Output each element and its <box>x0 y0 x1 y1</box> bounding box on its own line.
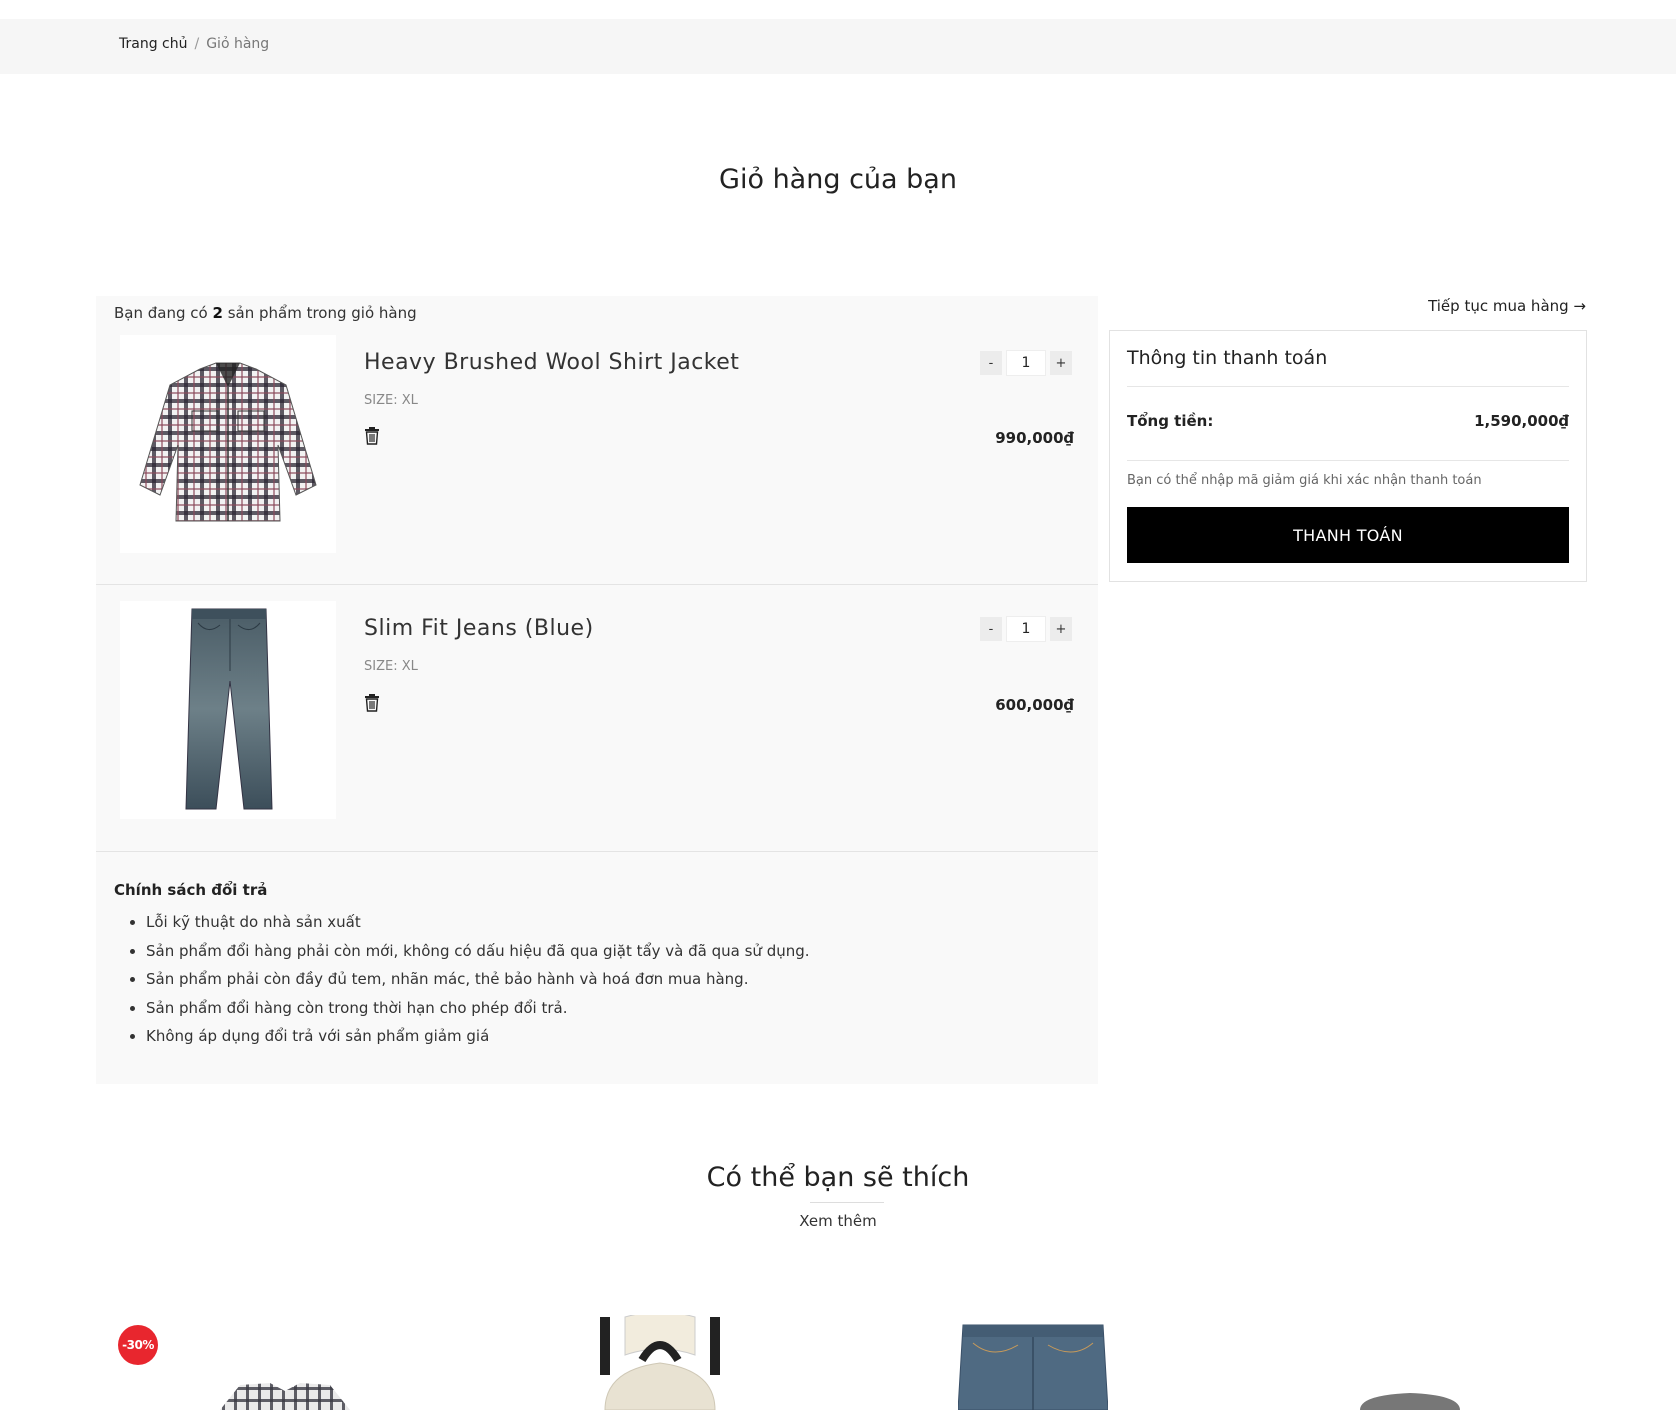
quantity-increase-button[interactable]: + <box>1050 617 1072 641</box>
recommendations-title: Có thể bạn sẽ thích <box>706 1162 970 1193</box>
item-name[interactable]: Heavy Brushed Wool Shirt Jacket <box>364 350 739 375</box>
item-size: SIZE: XL <box>364 393 418 408</box>
total-label: Tổng tiền: <box>1127 412 1214 430</box>
trash-icon[interactable] <box>364 427 380 445</box>
quantity-stepper: - 1 + <box>980 350 1072 376</box>
policy-item: Không áp dụng đổi trả với sản phẩm giảm … <box>146 1022 1046 1051</box>
payment-title: Thông tin thanh toán <box>1127 347 1328 369</box>
cart-item: Heavy Brushed Wool Shirt Jacket SIZE: XL… <box>96 319 1098 585</box>
backpack-image[interactable] <box>580 1315 740 1410</box>
divider <box>1127 460 1569 461</box>
blue-jeans-image[interactable] <box>120 601 336 819</box>
breadcrumb-current: Giỏ hàng <box>206 36 270 52</box>
jeans-image[interactable] <box>958 1315 1108 1410</box>
divider <box>1127 386 1569 387</box>
checkout-button[interactable]: THANH TOÁN <box>1127 507 1569 563</box>
cart-item: Slim Fit Jeans (Blue) SIZE: XL - 1 + 600… <box>96 586 1098 852</box>
cart-panel: Bạn đang có 2 sản phẩm trong giỏ hàng He… <box>96 296 1098 1084</box>
discount-badge: -30% <box>118 1325 158 1365</box>
policy-item: Sản phẩm đổi hàng còn trong thời hạn cho… <box>146 994 1046 1023</box>
quantity-decrease-button[interactable]: - <box>980 617 1002 641</box>
return-policy-title: Chính sách đổi trả <box>114 881 268 899</box>
breadcrumb: Trang chủ / Giỏ hàng <box>119 36 269 52</box>
item-size: SIZE: XL <box>364 659 418 674</box>
breadcrumb-home-link[interactable]: Trang chủ <box>119 36 187 52</box>
item-price: 600,000₫ <box>995 696 1074 714</box>
breadcrumb-separator: / <box>194 36 200 52</box>
title-underline <box>810 1202 884 1203</box>
item-price: 990,000₫ <box>995 429 1074 447</box>
page-title: Giỏ hàng của bạn <box>719 164 957 195</box>
payment-info-box: Thông tin thanh toán Tổng tiền: 1,590,00… <box>1109 330 1587 582</box>
return-policy-list: Lỗi kỹ thuật do nhà sản xuất Sản phẩm đổ… <box>146 908 1046 1051</box>
trash-icon[interactable] <box>364 694 380 712</box>
gray-item-image[interactable] <box>1350 1315 1470 1410</box>
plaid-shirt-jacket-image[interactable] <box>120 335 336 553</box>
quantity-input[interactable]: 1 <box>1006 616 1046 642</box>
quantity-decrease-button[interactable]: - <box>980 351 1002 375</box>
view-more-link[interactable]: Xem thêm <box>0 1212 1676 1230</box>
discount-note: Bạn có thể nhập mã giảm giá khi xác nhận… <box>1127 473 1482 488</box>
quantity-increase-button[interactable]: + <box>1050 351 1072 375</box>
policy-item: Sản phẩm phải còn đầy đủ tem, nhãn mác, … <box>146 965 1046 994</box>
breadcrumb-bar: Trang chủ / Giỏ hàng <box>0 19 1676 74</box>
item-name[interactable]: Slim Fit Jeans (Blue) <box>364 616 594 641</box>
quantity-stepper: - 1 + <box>980 616 1072 642</box>
continue-shopping-link[interactable]: Tiếp tục mua hàng → <box>1428 297 1586 315</box>
quantity-input[interactable]: 1 <box>1006 350 1046 376</box>
policy-item: Lỗi kỹ thuật do nhà sản xuất <box>146 908 1046 937</box>
policy-item: Sản phẩm đổi hàng phải còn mới, không có… <box>146 937 1046 966</box>
plaid-shirt-image[interactable] <box>210 1315 360 1410</box>
total-value: 1,590,000₫ <box>1474 412 1569 430</box>
